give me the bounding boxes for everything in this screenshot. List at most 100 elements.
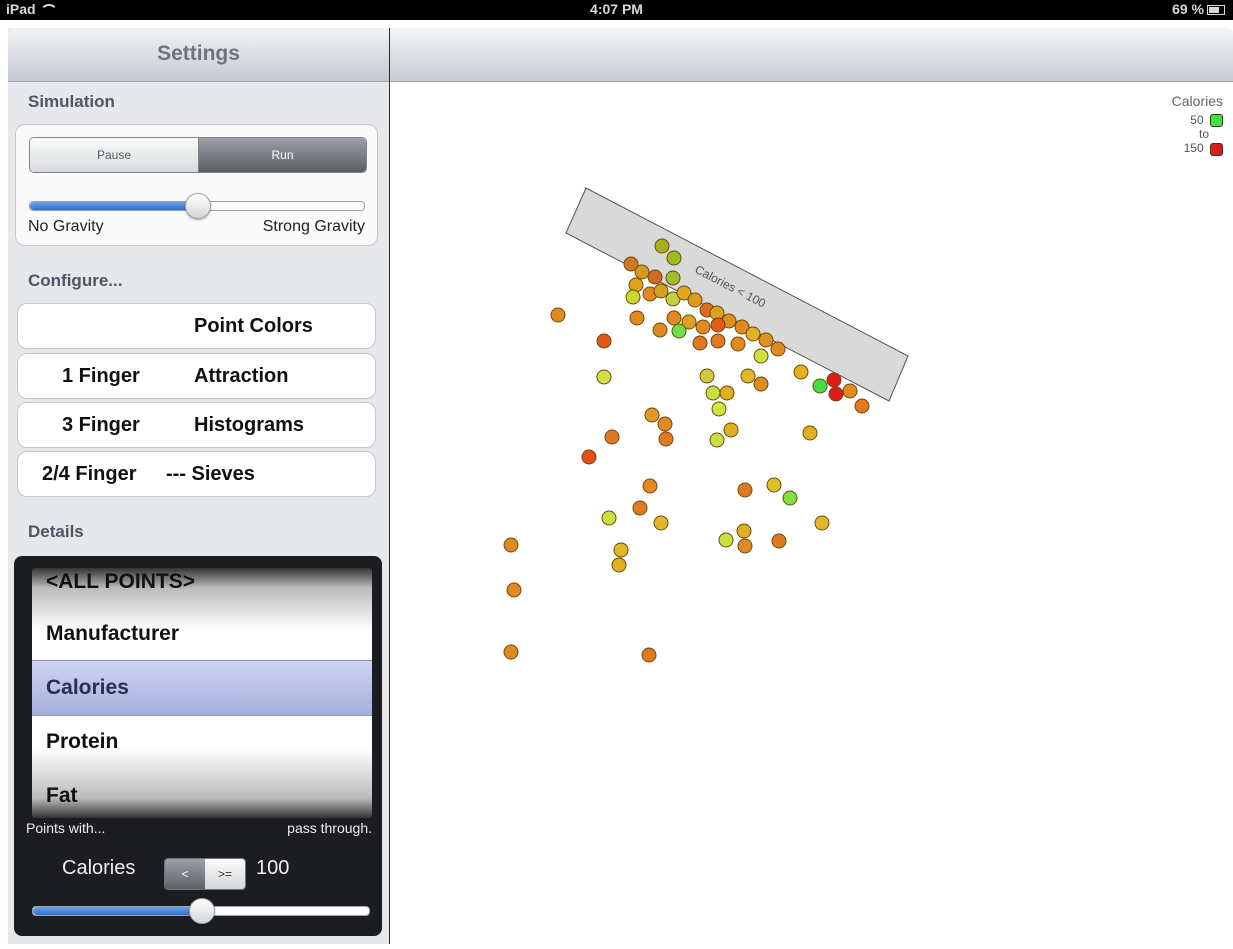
config-row-histograms[interactable]: 3 Finger Histograms [17,402,376,448]
picker-item[interactable]: Manufacturer [46,622,179,646]
data-point[interactable] [793,364,809,380]
data-point[interactable] [666,310,682,326]
data-point[interactable] [613,542,629,558]
data-point[interactable] [641,647,657,663]
data-point[interactable] [771,533,787,549]
data-point[interactable] [745,326,761,342]
data-point[interactable] [814,515,830,531]
data-point[interactable] [812,378,828,394]
data-point[interactable] [826,372,842,388]
legend-min-label: 50 [1190,113,1204,127]
data-point[interactable] [657,416,673,432]
data-point[interactable] [653,283,669,299]
simulation-header: Simulation [28,92,115,111]
data-point[interactable] [665,270,681,286]
data-point[interactable] [671,323,687,339]
data-point[interactable] [658,431,674,447]
sieve-bar[interactable]: Calories < 100 [565,187,909,402]
config-row-right-label: Histograms [194,414,305,436]
data-point[interactable] [711,401,727,417]
data-point[interactable] [632,500,648,516]
data-point[interactable] [666,250,682,266]
data-point[interactable] [758,332,774,348]
simulation-group: Pause Run No Gravity Strong Gravity [15,124,378,246]
data-point[interactable] [730,336,746,352]
legend-min-swatch [1210,114,1223,128]
data-point[interactable] [692,335,708,351]
scatter-plot[interactable]: Calories < 100 [390,82,1233,944]
data-point[interactable] [654,238,670,254]
config-row-sieves[interactable]: 2/4 Finger --- Sieves [17,451,376,497]
picker-item[interactable]: <ALL POINTS> [46,570,195,594]
data-point[interactable] [753,348,769,364]
data-point[interactable] [736,523,752,539]
data-point[interactable] [550,307,566,323]
less-than-button[interactable]: < [165,859,205,889]
data-point[interactable] [503,537,519,553]
legend-min-row: 50 [1172,113,1223,128]
data-point[interactable] [611,557,627,573]
threshold-slider[interactable] [32,898,370,924]
pause-run-segmented-control[interactable]: Pause Run [29,137,367,173]
data-point[interactable] [828,386,844,402]
run-button[interactable]: Run [199,138,366,172]
data-point[interactable] [596,369,612,385]
data-point[interactable] [705,385,721,401]
data-point[interactable] [506,582,522,598]
data-point[interactable] [581,449,597,465]
data-point[interactable] [723,422,739,438]
configure-header: Configure... [28,271,123,290]
data-point[interactable] [753,376,769,392]
data-point[interactable] [718,532,734,548]
filter-field-label: Calories [62,857,136,879]
picker-item[interactable]: Protein [46,730,118,754]
pause-button[interactable]: Pause [30,138,199,172]
clock: 4:07 PM [590,1,643,17]
config-row-right-label: --- Sieves [166,463,255,485]
data-point[interactable] [737,538,753,554]
greater-equal-button[interactable]: >= [205,859,245,889]
data-point[interactable] [634,264,650,280]
data-point[interactable] [652,322,668,338]
data-point[interactable] [625,289,641,305]
data-point[interactable] [644,407,660,423]
data-point[interactable] [737,482,753,498]
data-point[interactable] [802,425,818,441]
data-point[interactable] [699,368,715,384]
config-row-point-colors[interactable]: Point Colors [17,303,376,349]
data-point[interactable] [503,644,519,660]
data-point[interactable] [842,383,858,399]
data-point[interactable] [596,333,612,349]
data-point[interactable] [709,432,725,448]
data-point[interactable] [629,310,645,326]
data-point[interactable] [854,398,870,414]
data-point[interactable] [740,368,756,384]
data-point[interactable] [719,385,735,401]
gravity-slider[interactable] [29,193,365,219]
data-point[interactable] [782,490,798,506]
picker-item-selected[interactable]: Calories [46,676,129,700]
data-point[interactable] [642,478,658,494]
data-point[interactable] [710,333,726,349]
data-point[interactable] [647,269,663,285]
data-point[interactable] [604,429,620,445]
scatter-canvas[interactable]: Calories < 100 [390,82,1233,944]
threshold-slider-knob[interactable] [189,898,215,924]
color-legend: Calories 50 to 150 [1172,93,1223,156]
data-point[interactable] [766,477,782,493]
data-points [503,238,870,663]
pass-through-label: pass through. [287,820,372,836]
data-point[interactable] [695,319,711,335]
config-row-attraction[interactable]: 1 Finger Attraction [17,353,376,399]
picker-item[interactable]: Fat [46,784,78,808]
attribute-picker-wheel[interactable]: <ALL POINTS> Manufacturer Calories Prote… [32,568,372,818]
legend-title: Calories [1171,93,1223,109]
threshold-slider-fill [33,907,201,915]
data-point[interactable] [687,292,703,308]
data-point[interactable] [710,317,726,333]
data-point[interactable] [601,510,617,526]
comparison-operator-control[interactable]: < >= [164,858,246,890]
data-point[interactable] [653,515,669,531]
data-point[interactable] [770,341,786,357]
gravity-slider-knob[interactable] [185,193,211,219]
